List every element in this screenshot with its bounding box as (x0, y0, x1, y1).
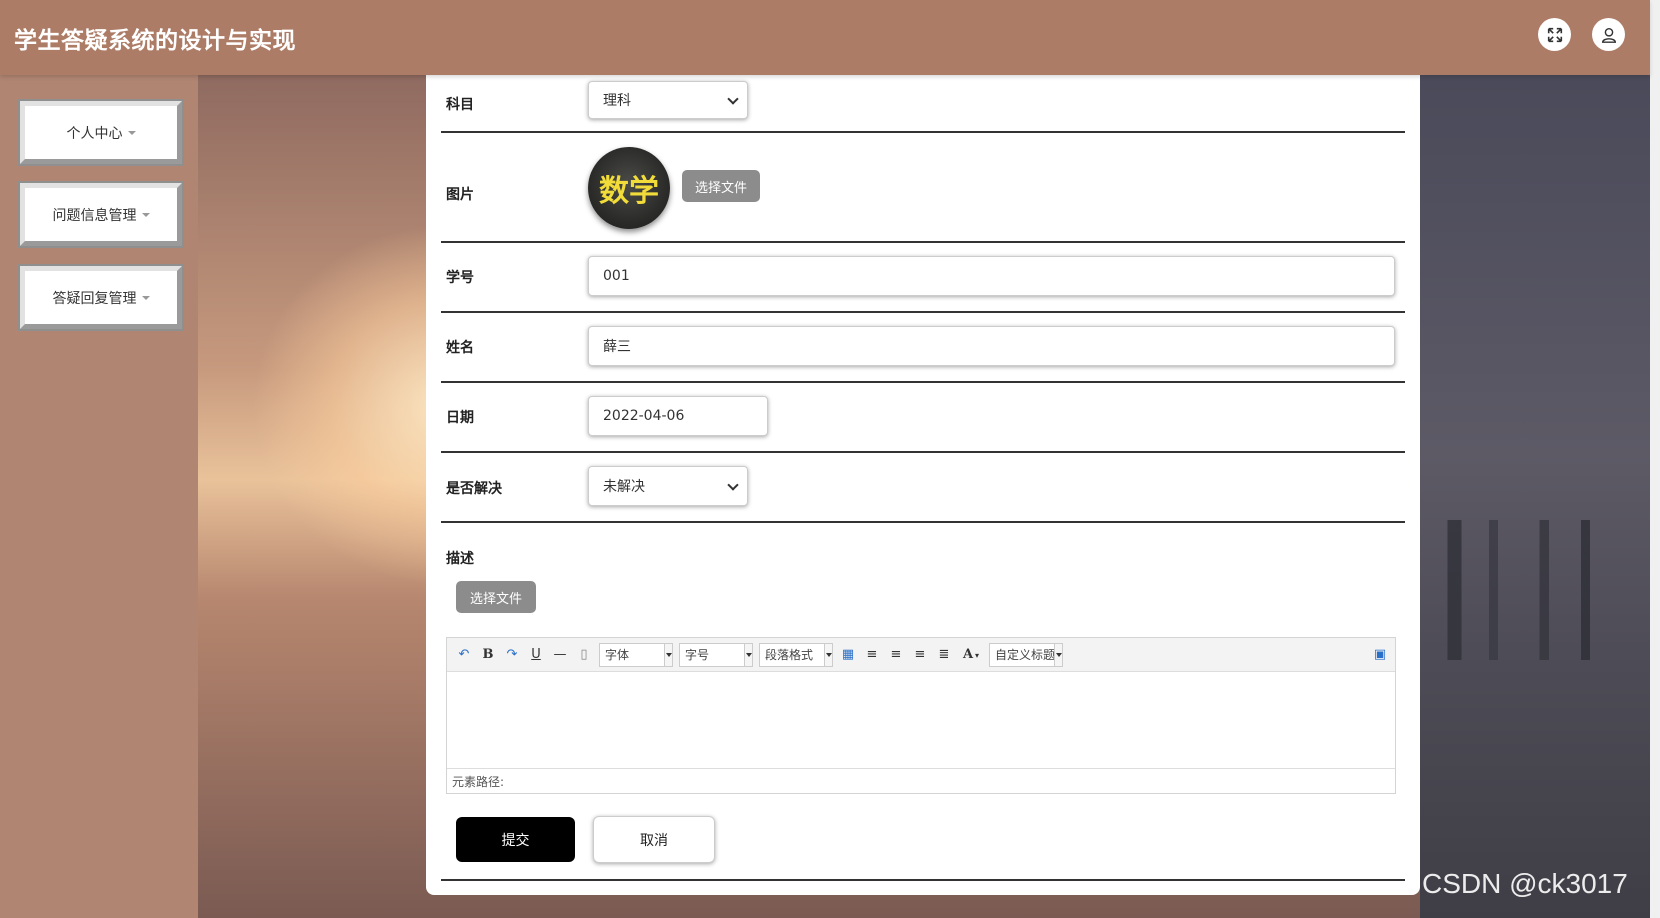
rich-text-editor: ↶ B ↷ U — ▯ 字体 字号 段落格式 ▦ ≡ ≡ ≡ ≣ A ▾ 自定义标… (446, 637, 1396, 794)
dropdown-arrow-icon (1054, 643, 1062, 666)
choose-image-button[interactable]: 选择文件 (682, 170, 760, 202)
top-header: 学生答疑系统的设计与实现 (0, 0, 1650, 75)
horizontal-rule-icon[interactable]: — (551, 646, 569, 664)
date-input[interactable]: 2022-04-06 (588, 396, 768, 436)
caret-down-icon (141, 212, 150, 217)
description-label: 描述 (446, 551, 474, 567)
form-row-subject: 科目 理科 (441, 75, 1405, 133)
watermark: CSDN @ck3017 (1422, 868, 1628, 899)
image-thumbnail: 数学 (588, 147, 670, 229)
dropdown-arrow-icon (824, 643, 832, 666)
align-justify-icon[interactable]: ≣ (935, 646, 953, 664)
choose-file-button[interactable]: 选择文件 (456, 581, 536, 613)
date-label: 日期 (446, 410, 474, 426)
sidebar-item-label: 答疑回复管理 (52, 290, 137, 307)
fullscreen-icon (1547, 27, 1562, 42)
app-title: 学生答疑系统的设计与实现 (14, 27, 296, 54)
user-menu-button[interactable] (1592, 18, 1625, 51)
element-path: 元素路径: (447, 768, 1395, 793)
underline-icon[interactable]: U (527, 646, 545, 664)
chevron-down-icon (727, 479, 739, 491)
resolved-select-value: 未解决 (603, 479, 645, 495)
fullscreen-button[interactable] (1538, 18, 1571, 51)
student-id-label: 学号 (446, 270, 474, 286)
font-color-icon[interactable]: A ▾ (959, 646, 983, 664)
editor-toolbar: ↶ B ↷ U — ▯ 字体 字号 段落格式 ▦ ≡ ≡ ≡ ≣ A ▾ 自定义标… (447, 638, 1395, 672)
subject-select[interactable]: 理科 (588, 81, 748, 119)
dropdown-arrow-icon (664, 643, 672, 666)
align-right-icon[interactable]: ≡ (887, 646, 905, 664)
font-size-dropdown[interactable]: 字号 (679, 642, 753, 667)
align-center-icon[interactable]: ≡ (911, 646, 929, 664)
background-city (1420, 75, 1650, 918)
name-input[interactable]: 薛三 (588, 326, 1395, 366)
page-scrollbar[interactable] (1650, 0, 1660, 918)
custom-title-dropdown[interactable]: 自定义标题 (989, 642, 1063, 667)
form-row-name: 姓名 薛三 (441, 313, 1405, 383)
form-row-date: 日期 2022-04-06 (441, 383, 1405, 453)
form-row-resolved: 是否解决 未解决 (441, 453, 1405, 523)
submit-button[interactable]: 提交 (456, 817, 575, 862)
align-left-icon[interactable]: ≡ (863, 646, 881, 664)
user-icon (1601, 27, 1616, 43)
sidebar-item-reply-management[interactable]: 答疑回复管理 (20, 266, 182, 329)
sidebar-item-personal-center[interactable]: 个人中心 (20, 101, 182, 164)
caret-down-icon (141, 295, 150, 300)
redo-icon[interactable]: ↷ (503, 646, 521, 664)
sidebar-item-question-management[interactable]: 问题信息管理 (20, 183, 182, 246)
chevron-down-icon (727, 93, 739, 105)
sidebar-item-label: 个人中心 (66, 125, 123, 142)
form-panel: 科目 理科 图片 数学 选择文件 学号 001 姓名 薛三 日期 2022-04… (426, 75, 1420, 895)
custom-title-label: 自定义标题 (995, 648, 1056, 662)
resolved-select[interactable]: 未解决 (588, 466, 748, 506)
bold-icon[interactable]: B (479, 646, 497, 664)
preview-icon[interactable]: ▣ (1371, 646, 1389, 664)
subject-select-value: 理科 (603, 93, 631, 109)
background-skyline (1420, 520, 1650, 660)
undo-icon[interactable]: ↶ (455, 646, 473, 664)
form-row-student-id: 学号 001 (441, 243, 1405, 313)
font-family-label: 字体 (605, 648, 630, 662)
subject-label: 科目 (446, 97, 474, 113)
editor-content-area[interactable] (447, 672, 1395, 768)
font-size-label: 字号 (685, 648, 710, 662)
font-family-dropdown[interactable]: 字体 (599, 642, 673, 667)
sidebar: 个人中心 问题信息管理 答疑回复管理 (0, 75, 198, 918)
paragraph-format-label: 段落格式 (765, 648, 814, 662)
resolved-label: 是否解决 (446, 481, 502, 497)
paragraph-format-dropdown[interactable]: 段落格式 (759, 642, 833, 667)
caret-down-icon (127, 130, 136, 135)
form-row-image: 图片 数学 选择文件 (441, 133, 1405, 243)
image-label: 图片 (446, 187, 474, 203)
dropdown-arrow-icon (744, 643, 752, 666)
table-icon[interactable]: ▦ (839, 646, 857, 664)
new-document-icon[interactable]: ▯ (575, 646, 593, 664)
sidebar-item-label: 问题信息管理 (52, 207, 137, 224)
student-id-input[interactable]: 001 (588, 256, 1395, 296)
thumbnail-text: 数学 (599, 174, 659, 209)
cancel-button[interactable]: 取消 (593, 816, 715, 863)
name-label: 姓名 (446, 340, 474, 356)
